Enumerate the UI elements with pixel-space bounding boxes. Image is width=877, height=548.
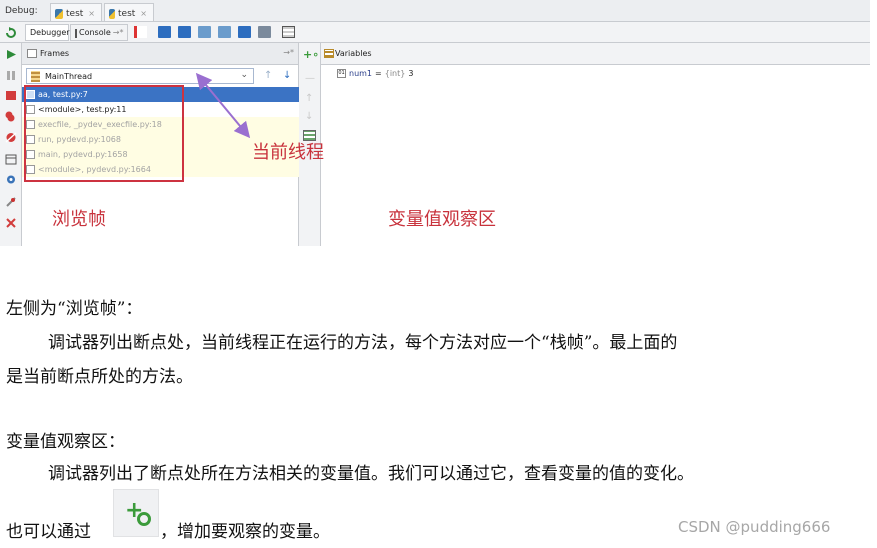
run-to-cursor-icon[interactable] <box>258 26 271 38</box>
add-watch-button-image: + <box>113 489 159 537</box>
variables-title: Variables <box>335 49 372 58</box>
magnifier-icon <box>137 512 151 526</box>
text-frames-desc-1: 调试器列出断点处，当前线程正在运行的方法，每个方法对应一个“栈帧”。最上面的 <box>48 333 678 353</box>
python-icon <box>109 8 115 19</box>
stack-frame-icon <box>26 105 35 114</box>
thread-selector[interactable]: MainThread ⌄ <box>26 68 254 84</box>
text-frames-heading: 左侧为“浏览帧”： <box>6 299 143 319</box>
show-execution-point-icon[interactable] <box>134 26 147 38</box>
run-tab-label: test <box>118 8 136 19</box>
text-frames-desc-2: 是当前断点所处的方法。 <box>6 367 193 387</box>
frames-title: Frames <box>40 49 70 58</box>
add-watch-icon[interactable]: +∘ <box>303 48 319 61</box>
step-over-icon[interactable] <box>158 26 171 38</box>
python-icon <box>55 8 63 19</box>
thread-name: MainThread <box>45 72 93 81</box>
thread-icon <box>31 71 40 82</box>
move-up-icon[interactable]: ↑ <box>305 93 313 104</box>
variable-equals: = <box>375 69 382 78</box>
pause-icon[interactable] <box>5 70 17 81</box>
frame-label: main, pydevd.py:1658 <box>38 150 128 159</box>
step-into-my-code-icon[interactable] <box>198 26 211 38</box>
restore-layout-icon[interactable] <box>5 154 17 165</box>
force-step-into-icon[interactable] <box>218 26 231 38</box>
previous-frame-icon[interactable]: ↑ <box>264 70 272 81</box>
close-icon[interactable]: × <box>140 9 147 18</box>
annotation-current-thread: 当前线程 <box>252 142 324 163</box>
debugger-toolbar: Debugger Console →* <box>0 22 870 43</box>
run-tab-label: test <box>66 8 84 19</box>
frame-row[interactable]: aa, test.py:7 <box>22 87 299 102</box>
move-down-icon[interactable]: ↓ <box>305 111 313 122</box>
frame-label: <module>, pydevd.py:1664 <box>38 165 151 174</box>
tab-console[interactable]: Console →* <box>70 24 128 41</box>
debug-label: Debug: <box>5 6 38 16</box>
stack-frame-icon <box>26 135 35 144</box>
variable-row[interactable]: 01 num1 = {int} 3 <box>337 69 413 78</box>
stack-frame-icon <box>26 120 35 129</box>
view-breakpoints-icon[interactable] <box>5 111 17 122</box>
frames-panel-header: Frames →* <box>22 43 298 65</box>
hide-panel-icon[interactable]: →* <box>283 48 294 57</box>
frame-row[interactable]: <module>, test.py:11 <box>22 102 299 117</box>
debug-tool-bar: Debug: test × test × <box>0 0 870 22</box>
run-tab-test-2[interactable]: test × <box>104 3 154 21</box>
frame-label: aa, test.py:7 <box>38 90 88 99</box>
stack-frame-icon <box>26 90 35 99</box>
evaluate-expression-icon[interactable] <box>282 26 295 38</box>
chevron-down-icon: ⌄ <box>240 70 248 80</box>
watermark: CSDN @pudding666 <box>678 518 831 536</box>
console-label: Console <box>79 28 111 37</box>
rerun-icon[interactable] <box>5 27 17 38</box>
step-into-icon[interactable] <box>178 26 191 38</box>
frame-row[interactable]: execfile, _pydev_execfile.py:18 <box>22 117 299 132</box>
stack-frame-icon <box>26 150 35 159</box>
text-variables-desc: 调试器列出了断点处所在方法相关的变量值。我们可以通过它，查看变量的值的变化。 <box>48 464 694 484</box>
console-icon <box>75 29 77 38</box>
variables-icon <box>324 49 334 58</box>
run-tab-test-1[interactable]: test × <box>50 3 102 21</box>
variable-value: 3 <box>408 69 414 78</box>
frame-label: <module>, test.py:11 <box>38 105 127 114</box>
variables-panel-header: Variables <box>321 43 870 65</box>
text-add-watch-suffix: ，增加要观察的变量。 <box>160 522 330 542</box>
int-variable-icon: 01 <box>337 69 346 78</box>
frame-label: execfile, _pydev_execfile.py:18 <box>38 120 162 129</box>
remove-watch-icon[interactable]: — <box>305 73 315 84</box>
variable-name: num1 <box>349 69 373 78</box>
annotation-frames: 浏览帧 <box>52 209 106 230</box>
annotation-variables: 变量值观察区 <box>388 209 496 230</box>
tab-debugger[interactable]: Debugger <box>25 24 70 41</box>
mute-breakpoints-icon[interactable] <box>5 132 17 143</box>
stop-icon[interactable] <box>5 90 17 101</box>
frame-label: run, pydevd.py:1068 <box>38 135 121 144</box>
pin-icon: →* <box>112 28 124 37</box>
text-add-watch-prefix: 也可以通过 <box>6 522 91 542</box>
debug-actions-strip <box>0 43 22 246</box>
debugger-window: Debug: test × test × Debugger Console →* <box>0 0 870 246</box>
step-out-icon[interactable] <box>238 26 251 38</box>
next-frame-icon[interactable]: ↓ <box>283 70 291 81</box>
variable-type: {int} <box>384 69 406 78</box>
close-icon[interactable]: × <box>88 9 95 18</box>
stack-frame-icon <box>26 165 35 174</box>
frames-icon <box>27 49 37 58</box>
pin-tab-icon[interactable] <box>5 196 17 207</box>
close-debugger-icon[interactable] <box>5 217 17 228</box>
text-variables-heading: 变量值观察区： <box>6 432 125 452</box>
frame-row[interactable]: <module>, pydevd.py:1664 <box>22 162 299 177</box>
resume-icon[interactable] <box>5 49 17 60</box>
settings-gear-icon[interactable] <box>5 174 17 185</box>
